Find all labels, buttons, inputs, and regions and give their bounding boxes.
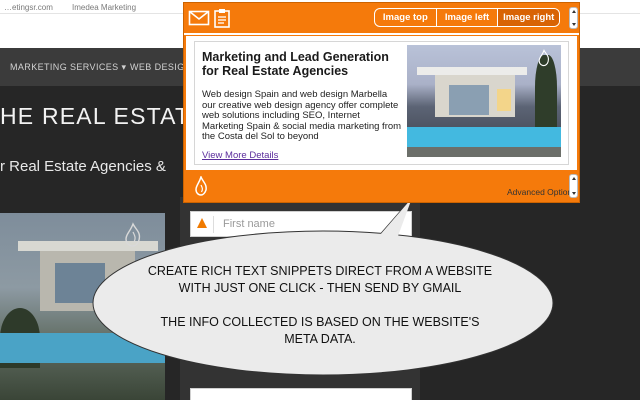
snippet-title: Marketing and Lead Generation for Real E… xyxy=(202,50,389,78)
advanced-options-link[interactable]: Advanced Options xyxy=(507,187,576,197)
snippet-preview-area: Marketing and Lead Generation for Real E… xyxy=(186,36,577,170)
scroll-up-arrow-icon[interactable] xyxy=(571,10,576,13)
image-pool xyxy=(407,127,561,147)
clipboard-icon[interactable] xyxy=(211,8,233,28)
tab-image-top[interactable]: Image top xyxy=(375,9,437,26)
speech-bubble-text: CREATE RICH TEXT SNIPPETS DIRECT FROM A … xyxy=(110,263,530,348)
image-tree xyxy=(535,55,557,135)
bubble-line: WITH JUST ONE CLICK - THEN SEND BY GMAIL xyxy=(178,281,462,295)
snippet-image xyxy=(407,45,561,157)
bubble-gap xyxy=(110,297,530,314)
layout-tab-group: Image top Image left Image right xyxy=(374,8,560,27)
extension-popup: Image top Image left Image right Marketi… xyxy=(183,2,580,203)
tab-image-right[interactable]: Image right xyxy=(498,9,559,26)
scroll-down-arrow-icon[interactable] xyxy=(571,23,576,26)
scroll-down-arrow-icon[interactable] xyxy=(571,192,576,195)
view-more-details-link[interactable]: View More Details xyxy=(202,150,278,161)
bubble-line: THE INFO COLLECTED IS BASED ON THE WEBSI… xyxy=(160,315,480,329)
mail-icon[interactable] xyxy=(188,8,210,28)
image-window xyxy=(449,85,489,115)
tab-image-left[interactable]: Image left xyxy=(437,9,499,26)
snippet-description: Web design Spain and web design Marbella… xyxy=(202,89,402,143)
image-roof xyxy=(417,67,527,75)
screenshot-stage: …etingsr.com Imedea Marketing MARKETING … xyxy=(0,0,640,400)
bubble-line: CREATE RICH TEXT SNIPPETS DIRECT FROM A … xyxy=(147,264,493,278)
image-ground xyxy=(407,147,561,157)
image-light xyxy=(497,89,511,111)
bubble-line: META DATA. xyxy=(284,332,356,346)
flame-logo-icon xyxy=(195,176,207,196)
header-scrollbar[interactable] xyxy=(569,7,578,29)
footer-scrollbar[interactable] xyxy=(569,174,578,198)
snippet-card: Marketing and Lead Generation for Real E… xyxy=(194,41,569,165)
image-flame-logo-icon xyxy=(538,49,550,67)
scroll-up-arrow-icon[interactable] xyxy=(571,177,576,180)
popup-header: Image top Image left Image right xyxy=(184,3,579,35)
